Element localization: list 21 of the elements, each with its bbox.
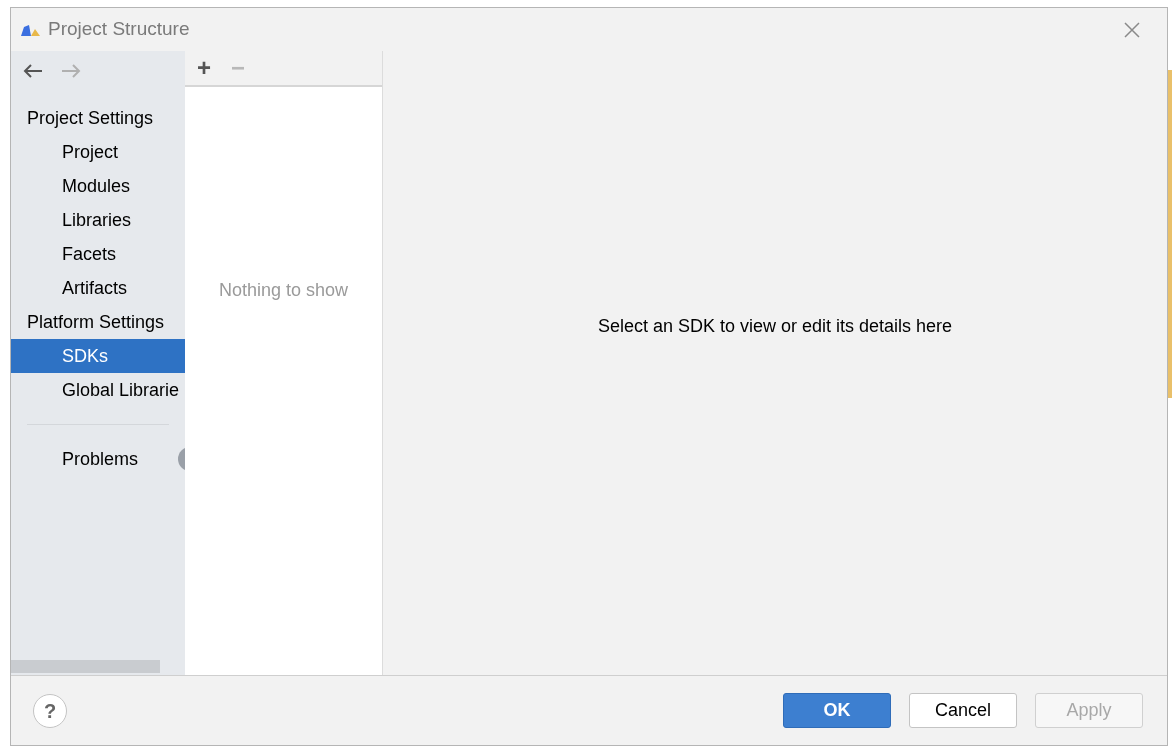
dialog-button[interactable]: Cancel — [909, 693, 1017, 728]
forward-arrow-icon[interactable] — [61, 64, 81, 78]
empty-message: Nothing to show — [218, 279, 349, 302]
sidebar-item[interactable]: Global Librarie — [11, 373, 185, 407]
sidebar-item[interactable]: Modules — [11, 169, 185, 203]
section-heading: Platform Settings — [26, 310, 166, 334]
sidebar-item[interactable]: Problems — [11, 445, 139, 473]
window-title: Project Structure — [48, 17, 190, 42]
sidebar-item[interactable]: Facets — [11, 237, 185, 271]
dialog-button[interactable]: OK — [783, 693, 891, 728]
help-button[interactable]: ? — [33, 693, 67, 728]
sidebar-item[interactable]: Artifacts — [11, 271, 185, 305]
section-heading: Project Settings — [26, 106, 155, 130]
details-message: Select an SDK to view or edit its details here — [597, 315, 953, 338]
sidebar-item[interactable]: Libraries — [11, 203, 185, 237]
app-icon — [20, 22, 42, 37]
sidebar-item[interactable]: SDKs — [11, 339, 185, 373]
toolbar-button[interactable]: + — [197, 56, 211, 80]
back-arrow-icon[interactable] — [23, 64, 43, 78]
sidebar-item[interactable]: Project — [11, 135, 185, 169]
close-icon[interactable] — [1124, 21, 1140, 38]
